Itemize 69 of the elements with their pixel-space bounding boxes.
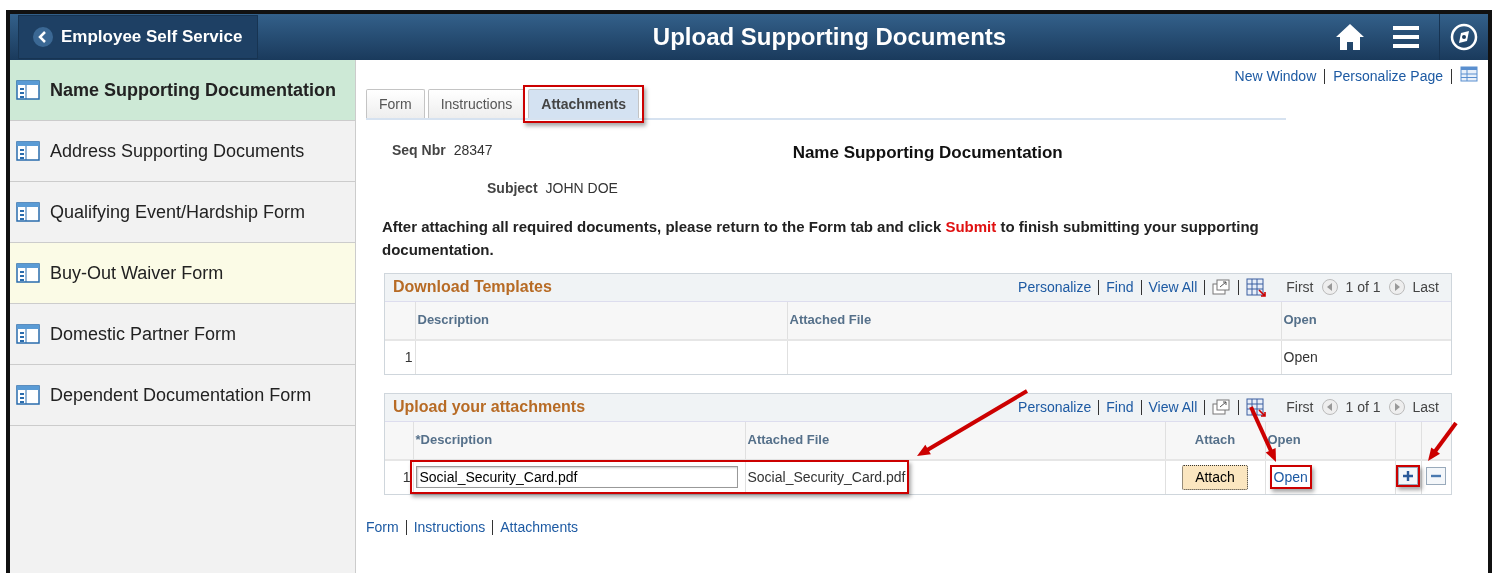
- grid-tool-link[interactable]: View All: [1148, 396, 1198, 418]
- grid-tool-link[interactable]: View All: [1148, 276, 1198, 298]
- window-icon: [16, 79, 40, 101]
- table-cell: Open: [1281, 339, 1451, 374]
- sidebar-item[interactable]: Address Supporting Documents: [10, 121, 355, 182]
- field-label: Subject: [487, 178, 538, 198]
- column-header: Open: [1265, 421, 1395, 460]
- next-icon[interactable]: [1388, 279, 1405, 295]
- field-value: 28347: [453, 141, 493, 160]
- window-icon: [16, 323, 40, 345]
- page-link[interactable]: Personalize Page: [1333, 66, 1443, 87]
- grid-tool-link[interactable]: Find: [1106, 276, 1134, 298]
- window-icon: [16, 201, 40, 223]
- bottom-link[interactable]: Instructions: [413, 516, 486, 538]
- window-icon: [16, 384, 40, 406]
- description-field[interactable]: Social_Security_Card.pdf: [415, 466, 738, 488]
- page-link[interactable]: New Window: [1234, 66, 1317, 87]
- field-label: Seq Nbr: [392, 141, 446, 160]
- row-number: 1: [385, 339, 415, 374]
- column-header: Attached File: [745, 421, 1165, 460]
- window-icon: [16, 140, 40, 162]
- sidebar-item[interactable]: Domestic Partner Form: [10, 304, 355, 365]
- grid-icon[interactable]: [1460, 66, 1478, 82]
- bottom-link[interactable]: Attachments: [500, 516, 579, 538]
- previous-icon[interactable]: [1321, 399, 1338, 415]
- tab[interactable]: Attachments: [528, 89, 640, 118]
- home-icon[interactable]: [1335, 22, 1365, 52]
- column-header: Attach: [1165, 421, 1265, 460]
- open-link[interactable]: Open: [1273, 468, 1308, 485]
- new-window-icon[interactable]: [1212, 398, 1232, 416]
- last-label: Last: [1412, 277, 1439, 297]
- new-window-icon[interactable]: [1212, 278, 1232, 296]
- window-icon: [16, 262, 40, 284]
- grid-tool-link[interactable]: Find: [1106, 396, 1134, 418]
- column-header: Attached File: [787, 301, 1281, 340]
- sidebar-item[interactable]: Name Supporting Documentation: [10, 60, 355, 121]
- first-label: First: [1286, 277, 1314, 297]
- delete-row-button[interactable]: [1426, 466, 1447, 485]
- row-number: 1: [385, 459, 413, 494]
- next-icon[interactable]: [1388, 399, 1405, 415]
- instruction-text: After attaching all required documents, please return to the Form tab and click Submit to finish submitting your supporting documentation.: [382, 216, 1260, 260]
- attach-button[interactable]: Attach: [1182, 464, 1248, 490]
- first-label: First: [1286, 397, 1314, 417]
- record-title: Name Supporting Documentation: [792, 142, 1063, 164]
- grid-title: Upload your attachments: [393, 397, 587, 417]
- column-header: *Description: [413, 421, 745, 460]
- back-button[interactable]: Employee Self Service: [18, 15, 258, 59]
- sidebar-item[interactable]: Buy-Out Waiver Form: [10, 243, 355, 304]
- bottom-link[interactable]: Form: [366, 516, 399, 538]
- page-count: 1 of 1: [1345, 397, 1381, 417]
- grid-download-icon[interactable]: [1246, 277, 1267, 297]
- column-header: Description: [415, 301, 787, 340]
- sidebar-item[interactable]: Dependent Documentation Form: [10, 365, 355, 426]
- plus-icon: [1402, 469, 1414, 482]
- grid-tool-link[interactable]: Personalize: [1018, 396, 1092, 418]
- last-label: Last: [1412, 397, 1439, 417]
- field-value: JOHN DOE: [545, 178, 618, 198]
- page-title: Upload Supporting Documents: [651, 22, 1008, 52]
- grid-title: Download Templates: [393, 277, 553, 297]
- previous-icon[interactable]: [1321, 279, 1338, 295]
- page-count: 1 of 1: [1345, 277, 1381, 297]
- tab[interactable]: Form: [366, 89, 425, 118]
- tab[interactable]: Instructions: [427, 89, 526, 118]
- compass-icon[interactable]: [1450, 23, 1478, 51]
- column-header: Open: [1281, 301, 1451, 340]
- grid-tool-link[interactable]: Personalize: [1018, 276, 1092, 298]
- attached-file-name: Social_Security_Card.pdf: [747, 468, 906, 485]
- menu-icon[interactable]: [1393, 24, 1419, 50]
- chevron-left-icon: [33, 27, 53, 47]
